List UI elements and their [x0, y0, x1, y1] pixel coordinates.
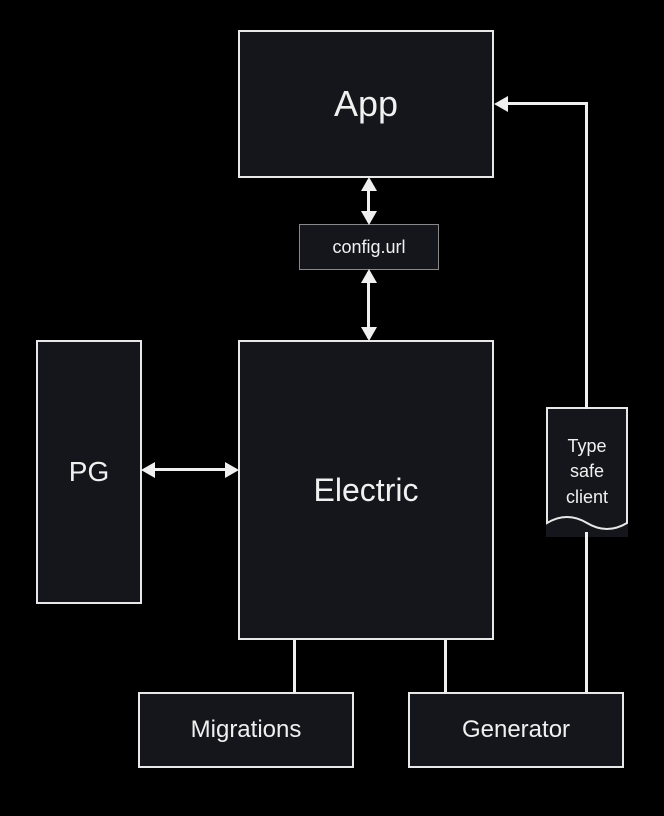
node-pg-label: PG	[69, 456, 109, 488]
node-config: config.url	[299, 224, 439, 270]
node-pg: PG	[36, 340, 142, 604]
node-electric-label: Electric	[314, 472, 419, 509]
node-typesafe-client: Type safe client	[546, 407, 628, 537]
node-typesafe-label: Type safe client	[566, 434, 608, 510]
node-app: App	[238, 30, 494, 178]
node-generator: Generator	[408, 692, 624, 768]
node-generator-label: Generator	[462, 716, 570, 744]
node-migrations: Migrations	[138, 692, 354, 768]
node-config-label: config.url	[332, 237, 405, 258]
node-electric: Electric	[238, 340, 494, 640]
node-app-label: App	[334, 83, 398, 125]
node-migrations-label: Migrations	[191, 716, 302, 744]
